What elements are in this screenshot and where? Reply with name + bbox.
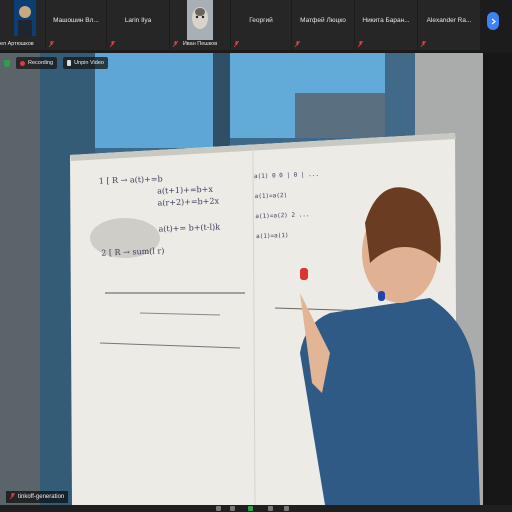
muted-mic-icon (173, 41, 178, 47)
recording-label: Recording (28, 60, 54, 66)
participant-name: Георгий (249, 17, 273, 24)
pin-icon (67, 60, 72, 66)
unpin-video-button[interactable]: Unpin Video (63, 57, 108, 69)
participant-tile[interactable]: Машошин Вл... (46, 0, 106, 50)
muted-mic-icon (358, 41, 363, 47)
speaker-name-tag: tinkoff-generation (6, 491, 69, 503)
right-gutter (483, 53, 512, 505)
speaker-name: tinkoff-generation (18, 494, 65, 500)
whiteboard-right-notes: a(1) 0 0 | 0 | ... a(1)=a(2) a(1)=a(2) 2… (254, 163, 377, 247)
security-shield-icon[interactable] (4, 59, 10, 67)
participant-name: ел Артюшков (0, 41, 34, 47)
participant-name: Larin Ilya (124, 17, 152, 24)
main-video[interactable]: 1 [ R → a(t)+=b a(t+1)+=b+x a(r+2)+=b+2x… (0, 53, 483, 505)
board-line: a(t)+= b+(t-l)k (158, 222, 221, 234)
record-dot-icon (20, 60, 25, 66)
toolbar-icon[interactable] (268, 506, 273, 511)
meeting-toolbar (0, 505, 512, 512)
share-screen-icon[interactable] (248, 506, 253, 511)
board-line: a(1)=a(1) (255, 231, 289, 241)
participant-tile[interactable]: Larin Ilya (107, 0, 169, 50)
muted-mic-icon (9, 492, 16, 501)
muted-mic-icon (49, 41, 54, 47)
toolbar-icon[interactable] (216, 506, 221, 511)
participant-tile[interactable]: Alexander Ra... (418, 0, 480, 50)
participant-name: Alexander Ra... (426, 17, 472, 24)
participant-tile[interactable]: Матфей Люцко (292, 0, 354, 50)
muted-mic-icon (234, 41, 239, 47)
participant-name: Матфей Люцко (300, 17, 346, 24)
video-frame (0, 53, 483, 505)
muted-mic-icon (110, 41, 115, 47)
muted-mic-icon (295, 41, 300, 47)
recording-indicator[interactable]: Recording (16, 57, 58, 69)
participant-avatar (14, 0, 36, 36)
unpin-label: Unpin Video (74, 60, 104, 66)
participant-tile[interactable]: Георгий (231, 0, 291, 50)
whiteboard-left-notes: 1 [ R → a(t)+=b a(t+1)+=b+x a(r+2)+=b+2x… (99, 170, 252, 259)
participant-tile[interactable]: Иван Пешков (170, 0, 230, 50)
muted-mic-icon (421, 41, 426, 47)
participant-tile[interactable]: Никита Баран... (355, 0, 417, 50)
toolbar-icon[interactable] (284, 506, 289, 511)
toolbar-icon[interactable] (230, 506, 235, 511)
participant-strip: ел Артюшков Машошин Вл... Larin Ilya Ива… (0, 0, 512, 52)
participant-tile[interactable]: ел Артюшков (0, 0, 45, 50)
participant-name: Машошин Вл... (53, 17, 99, 24)
participant-name: Иван Пешков (182, 41, 218, 47)
chevron-right-icon (491, 18, 496, 24)
participant-name: Никита Баран... (362, 17, 410, 24)
video-status-bar: Recording Unpin Video (4, 57, 108, 69)
next-participants-button[interactable] (487, 12, 499, 30)
participant-avatar (187, 0, 213, 40)
